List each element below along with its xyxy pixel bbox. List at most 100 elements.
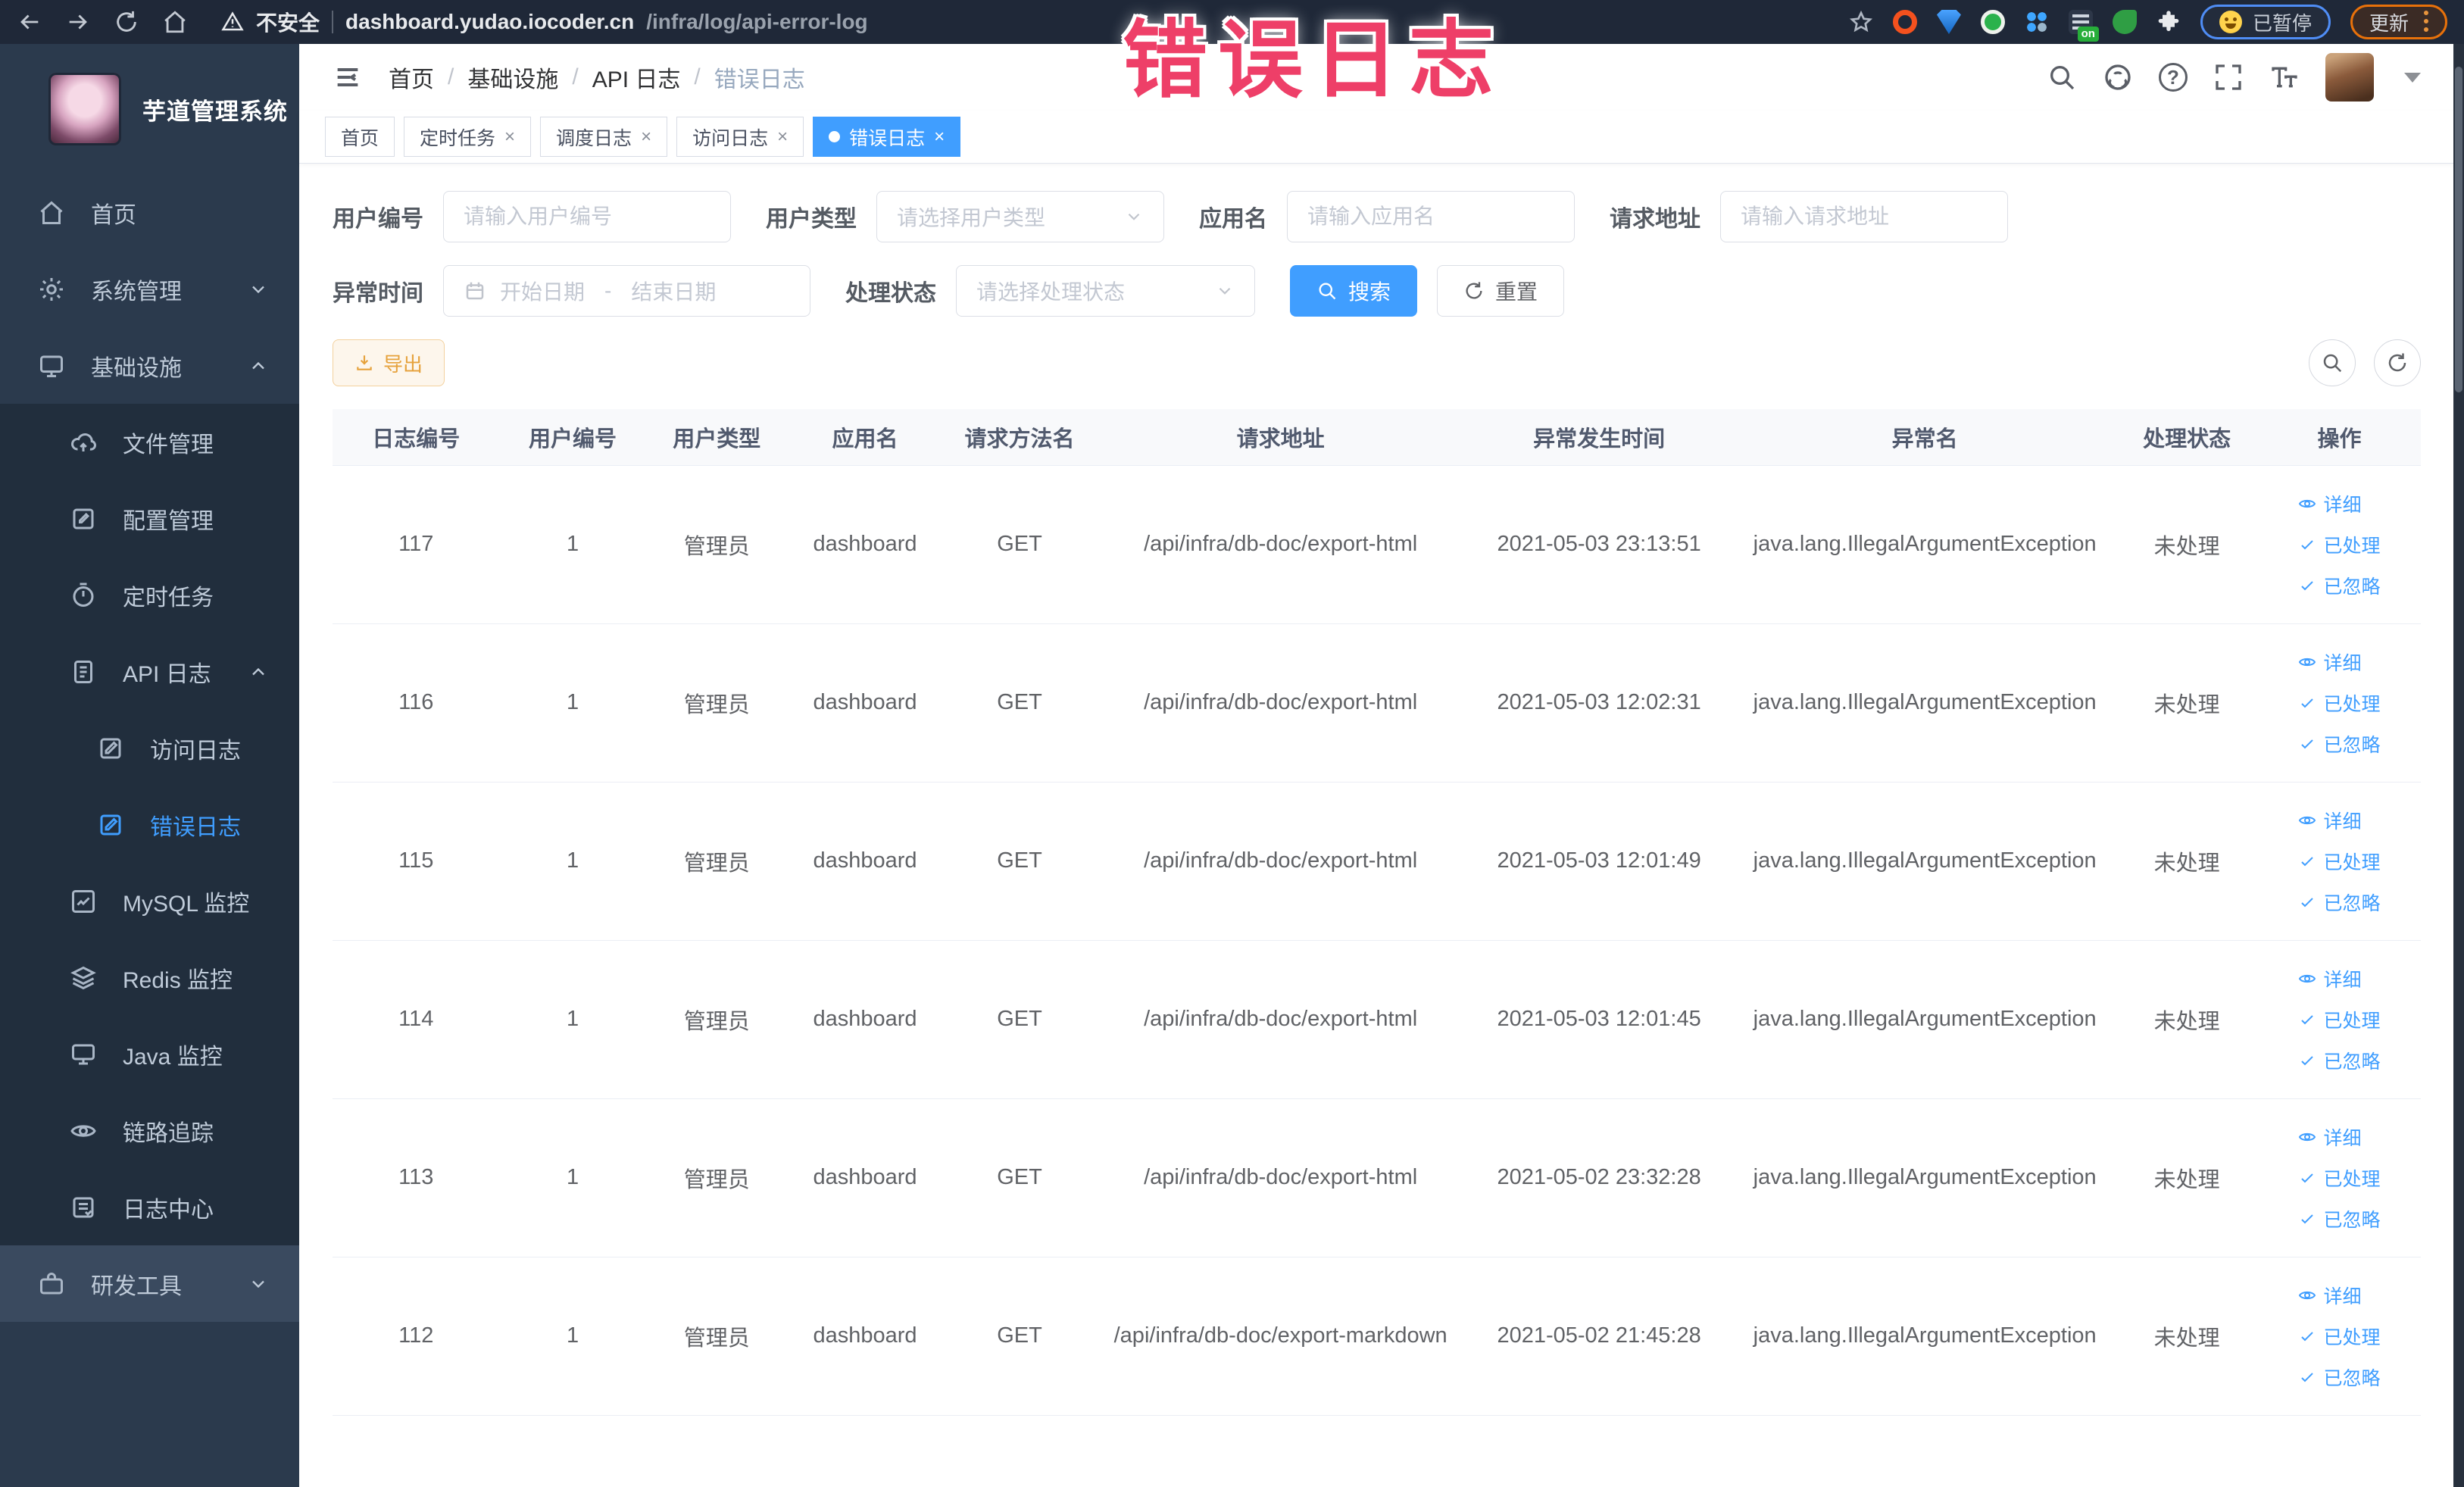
log-document-icon xyxy=(70,1194,97,1221)
mark-processed-link[interactable]: 已处理 xyxy=(2298,1006,2380,1033)
address-bar[interactable]: 不安全 dashboard.yudao.iocoder.cn/infra/log… xyxy=(221,7,868,37)
sidebar-item-api-log[interactable]: API 日志 xyxy=(0,633,299,710)
toggle-search-button[interactable] xyxy=(2309,339,2356,386)
paused-extension-badge[interactable]: 已暂停 xyxy=(2200,5,2331,39)
request-url-field[interactable] xyxy=(1741,205,1988,229)
home-icon[interactable] xyxy=(162,9,188,35)
request-url-input[interactable] xyxy=(1720,191,2008,242)
process-status-select[interactable]: 请选择处理状态 xyxy=(956,265,1255,317)
user-type-select[interactable]: 请选择用户类型 xyxy=(876,191,1164,242)
back-icon[interactable] xyxy=(17,9,42,35)
mark-processed-link[interactable]: 已处理 xyxy=(2298,531,2380,558)
sidebar-item-home[interactable]: 首页 xyxy=(0,174,299,251)
col-method: 请求方法名 xyxy=(942,409,1098,466)
collapse-sidebar-icon[interactable] xyxy=(333,62,363,92)
reload-icon[interactable] xyxy=(114,9,139,35)
detail-link[interactable]: 详细 xyxy=(2298,490,2361,517)
mark-ignored-link[interactable]: 已忽略 xyxy=(2298,1205,2380,1232)
breadcrumb-item[interactable]: API 日志 xyxy=(592,61,681,94)
sidebar-item-file-management[interactable]: 文件管理 xyxy=(0,404,299,480)
bookmark-star-icon[interactable] xyxy=(1849,10,1873,34)
detail-link[interactable]: 详细 xyxy=(2298,965,2361,992)
avatar-caret-down-icon[interactable] xyxy=(2404,72,2421,83)
close-icon[interactable]: × xyxy=(641,127,651,146)
user-id-input[interactable] xyxy=(443,191,731,242)
mark-processed-link[interactable]: 已处理 xyxy=(2298,1164,2380,1192)
detail-link[interactable]: 详细 xyxy=(2298,1123,2361,1151)
sidebar-item-system[interactable]: 系统管理 xyxy=(0,251,299,327)
sidebar-item-mysql-monitor[interactable]: MySQL 监控 xyxy=(0,863,299,939)
security-warning-icon[interactable] xyxy=(221,11,244,33)
mark-processed-link[interactable]: 已处理 xyxy=(2298,848,2380,875)
breadcrumb-item[interactable]: 首页 xyxy=(389,61,434,94)
help-icon[interactable]: ? xyxy=(2159,63,2188,92)
tab-label: 定时任务 xyxy=(420,127,496,149)
cell-exception-name: java.lang.IllegalArgumentException xyxy=(1733,623,2116,783)
page-scrollbar[interactable] xyxy=(2453,44,2464,1487)
scrollbar-thumb[interactable] xyxy=(2455,67,2462,392)
sidebar-item-access-log[interactable]: 访问日志 xyxy=(0,710,299,786)
tab-scheduled-tasks[interactable]: 定时任务 × xyxy=(404,117,532,157)
extension-icon[interactable] xyxy=(1980,10,2005,34)
tab-home[interactable]: 首页 xyxy=(325,117,395,157)
search-button[interactable]: 搜索 xyxy=(1290,265,1418,317)
detail-link[interactable]: 详细 xyxy=(2298,648,2361,676)
user-avatar[interactable] xyxy=(2325,53,2374,102)
mark-ignored-link[interactable]: 已忽略 xyxy=(2298,889,2380,916)
extension-icon[interactable] xyxy=(1936,10,1961,34)
user-id-label: 用户编号 xyxy=(333,207,423,232)
close-icon[interactable]: × xyxy=(934,127,945,146)
extensions-puzzle-icon[interactable] xyxy=(2156,10,2181,34)
detail-link[interactable]: 详细 xyxy=(2298,807,2361,834)
cell-log-id: 115 xyxy=(333,782,500,941)
cell-app-name: dashboard xyxy=(788,782,943,941)
app-logo-row[interactable]: 芋道管理系统 xyxy=(0,44,299,174)
cell-app-name: dashboard xyxy=(788,940,943,1099)
date-range-picker[interactable]: 开始日期 - 结束日期 xyxy=(443,265,810,317)
sidebar-item-trace[interactable]: 链路追踪 xyxy=(0,1092,299,1169)
sidebar-item-infrastructure[interactable]: 基础设施 xyxy=(0,327,299,404)
detail-link[interactable]: 详细 xyxy=(2298,1282,2361,1309)
breadcrumb-item[interactable]: 基础设施 xyxy=(467,61,558,94)
cell-exception-name: java.lang.IllegalArgumentException xyxy=(1733,1257,2116,1416)
mark-ignored-link[interactable]: 已忽略 xyxy=(2298,1364,2380,1391)
mark-ignored-link[interactable]: 已忽略 xyxy=(2298,730,2380,758)
search-icon[interactable] xyxy=(2047,62,2077,92)
extension-icon[interactable] xyxy=(2112,10,2137,34)
app-name-field[interactable] xyxy=(1307,205,1554,229)
extension-icon[interactable] xyxy=(1892,10,1917,34)
close-icon[interactable]: × xyxy=(504,127,515,146)
refresh-table-button[interactable] xyxy=(2374,339,2421,386)
active-tab-dot xyxy=(829,131,841,142)
sidebar-item-dev-tools[interactable]: 研发工具 xyxy=(0,1245,299,1322)
app-name-input[interactable] xyxy=(1287,191,1575,242)
browser-update-button[interactable]: 更新 xyxy=(2350,5,2447,39)
tab-access-log[interactable]: 访问日志 × xyxy=(676,117,804,157)
extension-icon[interactable]: on xyxy=(2068,10,2099,42)
sidebar-item-config-management[interactable]: 配置管理 xyxy=(0,480,299,557)
user-id-field[interactable] xyxy=(464,205,710,229)
mark-ignored-link[interactable]: 已忽略 xyxy=(2298,572,2380,599)
font-size-icon[interactable] xyxy=(2269,62,2300,92)
sidebar-item-log-center[interactable]: 日志中心 xyxy=(0,1169,299,1245)
sidebar-item-scheduled-tasks[interactable]: 定时任务 xyxy=(0,557,299,633)
mark-processed-link[interactable]: 已处理 xyxy=(2298,689,2380,717)
sidebar-item-redis-monitor[interactable]: Redis 监控 xyxy=(0,939,299,1016)
sidebar-item-error-log[interactable]: 错误日志 xyxy=(0,786,299,863)
cell-log-id: 114 xyxy=(333,940,500,1099)
mark-ignored-link[interactable]: 已忽略 xyxy=(2298,1047,2380,1074)
extension-icon[interactable] xyxy=(2024,10,2049,34)
tab-error-log[interactable]: 错误日志 × xyxy=(813,117,961,157)
sidebar-item-java-monitor[interactable]: Java 监控 xyxy=(0,1016,299,1092)
forward-icon[interactable] xyxy=(65,9,91,35)
fullscreen-icon[interactable] xyxy=(2213,62,2244,92)
mark-processed-link[interactable]: 已处理 xyxy=(2298,1323,2380,1350)
browser-menu-icon[interactable] xyxy=(2424,11,2428,33)
reset-button[interactable]: 重置 xyxy=(1437,265,1565,317)
github-icon[interactable] xyxy=(2103,62,2133,92)
cell-actions: 详细 已处理 已忽略 xyxy=(2257,940,2421,1099)
close-icon[interactable]: × xyxy=(777,127,788,146)
sidebar-item-label: 首页 xyxy=(91,202,136,228)
tab-schedule-log[interactable]: 调度日志 × xyxy=(540,117,668,157)
export-button[interactable]: 导出 xyxy=(333,339,445,386)
